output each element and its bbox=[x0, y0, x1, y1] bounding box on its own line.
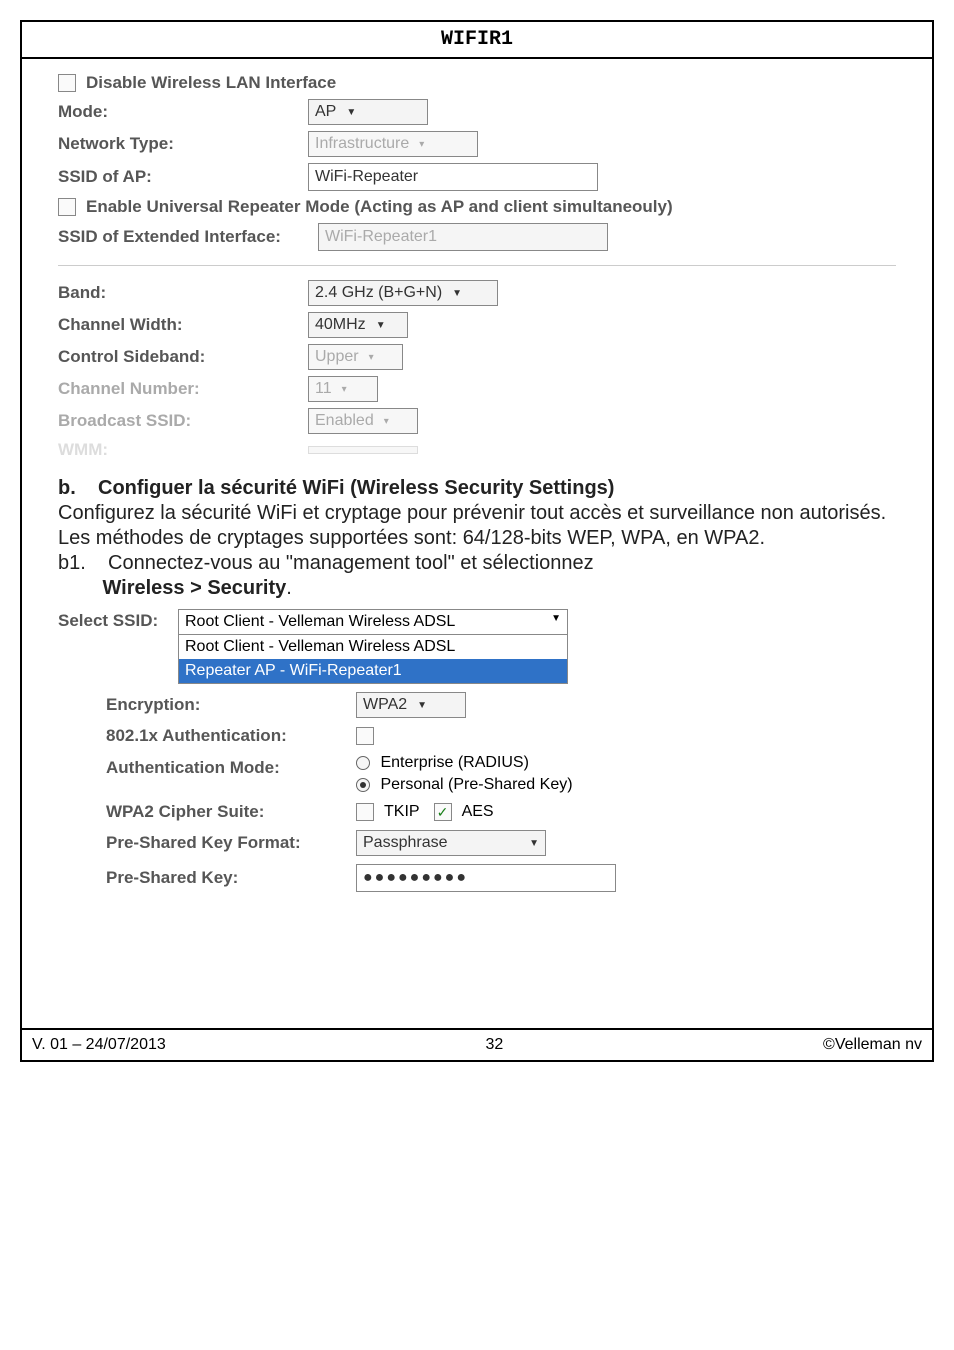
enable-universal-checkbox[interactable] bbox=[58, 198, 76, 216]
page-footer: V. 01 – 24/07/2013 32 ©Velleman nv bbox=[22, 1028, 932, 1060]
divider bbox=[58, 265, 896, 266]
wmm-label: WMM: bbox=[58, 440, 308, 460]
b1-text-c: . bbox=[286, 577, 292, 599]
footer-right: ©Velleman nv bbox=[823, 1036, 922, 1054]
ssid-option-repeater[interactable]: Repeater AP - WiFi-Repeater1 bbox=[179, 659, 567, 683]
band-label: Band: bbox=[58, 283, 308, 303]
network-type-label: Network Type: bbox=[58, 134, 308, 154]
b1-prefix: b1. bbox=[58, 552, 86, 574]
channel-number-value: 11 bbox=[315, 380, 332, 398]
auth-mode-personal-label: Personal (Pre-Shared Key) bbox=[380, 776, 572, 793]
chevron-down-icon: ▾ bbox=[384, 416, 389, 427]
ssid-ext-input: WiFi-Repeater1 bbox=[318, 223, 608, 251]
psk-label: Pre-Shared Key: bbox=[106, 868, 356, 888]
control-sideband-select: Upper ▾ bbox=[308, 344, 403, 370]
band-select[interactable]: 2.4 GHz (B+G+N) ▼ bbox=[308, 280, 498, 306]
broadcast-ssid-label: Broadcast SSID: bbox=[58, 411, 308, 431]
section-b-prefix: b. bbox=[58, 477, 76, 499]
select-ssid-current: Root Client - Velleman Wireless ADSL bbox=[185, 613, 541, 631]
ssid-ext-label: SSID of Extended Interface: bbox=[58, 227, 318, 247]
encryption-value: WPA2 bbox=[363, 696, 407, 714]
auth-mode-personal-radio[interactable] bbox=[356, 778, 370, 792]
channel-number-label: Channel Number: bbox=[58, 379, 308, 399]
encryption-label: Encryption: bbox=[106, 695, 356, 715]
mode-value: AP bbox=[315, 103, 336, 121]
ssid-ap-label: SSID of AP: bbox=[58, 167, 308, 187]
psk-format-value: Passphrase bbox=[363, 834, 519, 852]
wmm-select bbox=[308, 446, 418, 454]
mode-select[interactable]: AP ▼ bbox=[308, 99, 428, 125]
network-type-select: Infrastructure ▾ bbox=[308, 131, 478, 157]
tkip-label: TKIP bbox=[384, 803, 420, 821]
control-sideband-value: Upper bbox=[315, 348, 359, 366]
encryption-select[interactable]: WPA2 ▼ bbox=[356, 692, 466, 718]
control-sideband-label: Control Sideband: bbox=[58, 347, 308, 367]
chevron-down-icon: ▾ bbox=[342, 384, 347, 395]
auth-8021x-checkbox[interactable] bbox=[356, 727, 374, 745]
footer-left: V. 01 – 24/07/2013 bbox=[32, 1036, 166, 1054]
chevron-down-icon: ▼ bbox=[551, 613, 561, 631]
b1-text-bold: Wireless > Security bbox=[102, 577, 286, 599]
mode-label: Mode: bbox=[58, 102, 308, 122]
chevron-down-icon: ▼ bbox=[452, 288, 462, 299]
auth-8021x-label: 802.1x Authentication: bbox=[106, 726, 356, 746]
psk-format-select[interactable]: Passphrase ▼ bbox=[356, 830, 546, 856]
b1-text-a: Connectez-vous au "management tool" et s… bbox=[108, 552, 594, 574]
chevron-down-icon: ▾ bbox=[369, 352, 374, 363]
psk-format-label: Pre-Shared Key Format: bbox=[106, 833, 356, 853]
band-value: 2.4 GHz (B+G+N) bbox=[315, 284, 442, 302]
select-ssid-dropdown[interactable]: Root Client - Velleman Wireless ADSL ▼ R… bbox=[178, 609, 568, 684]
select-ssid-label: Select SSID: bbox=[58, 611, 178, 631]
network-type-value: Infrastructure bbox=[315, 135, 409, 153]
enable-universal-label: Enable Universal Repeater Mode (Acting a… bbox=[86, 197, 673, 217]
ssid-option-root[interactable]: Root Client - Velleman Wireless ADSL bbox=[179, 635, 567, 659]
footer-center: 32 bbox=[486, 1036, 504, 1054]
aes-label: AES bbox=[462, 803, 494, 821]
auth-mode-label: Authentication Mode: bbox=[106, 758, 356, 778]
chevron-down-icon: ▼ bbox=[376, 320, 386, 331]
channel-width-value: 40MHz bbox=[315, 316, 366, 334]
chevron-down-icon: ▼ bbox=[417, 700, 427, 711]
chevron-down-icon: ▼ bbox=[346, 107, 356, 118]
channel-number-select: 11 ▾ bbox=[308, 376, 378, 402]
disable-wlan-label: Disable Wireless LAN Interface bbox=[86, 73, 336, 93]
section-b-paragraph: Configurez la sécurité WiFi et cryptage … bbox=[58, 501, 896, 551]
disable-wlan-checkbox[interactable] bbox=[58, 74, 76, 92]
psk-input[interactable]: ●●●●●●●●● bbox=[356, 864, 616, 892]
tkip-checkbox[interactable] bbox=[356, 803, 374, 821]
wireless-basic-form: Disable Wireless LAN Interface Mode: AP … bbox=[58, 73, 896, 460]
aes-checkbox[interactable] bbox=[434, 803, 452, 821]
security-form: Select SSID: Root Client - Velleman Wire… bbox=[58, 609, 896, 892]
channel-width-select[interactable]: 40MHz ▼ bbox=[308, 312, 408, 338]
auth-mode-enterprise-radio[interactable] bbox=[356, 756, 370, 770]
page-title: WIFIR1 bbox=[22, 22, 932, 59]
cipher-label: WPA2 Cipher Suite: bbox=[106, 802, 356, 822]
chevron-down-icon: ▼ bbox=[529, 838, 539, 849]
channel-width-label: Channel Width: bbox=[58, 315, 308, 335]
section-b-heading: Configuer la sécurité WiFi (Wireless Sec… bbox=[98, 477, 614, 499]
chevron-down-icon: ▾ bbox=[419, 139, 424, 150]
auth-mode-enterprise-label: Enterprise (RADIUS) bbox=[380, 754, 528, 771]
broadcast-ssid-value: Enabled bbox=[315, 412, 374, 430]
ssid-ap-input[interactable]: WiFi-Repeater bbox=[308, 163, 598, 191]
broadcast-ssid-select: Enabled ▾ bbox=[308, 408, 418, 434]
